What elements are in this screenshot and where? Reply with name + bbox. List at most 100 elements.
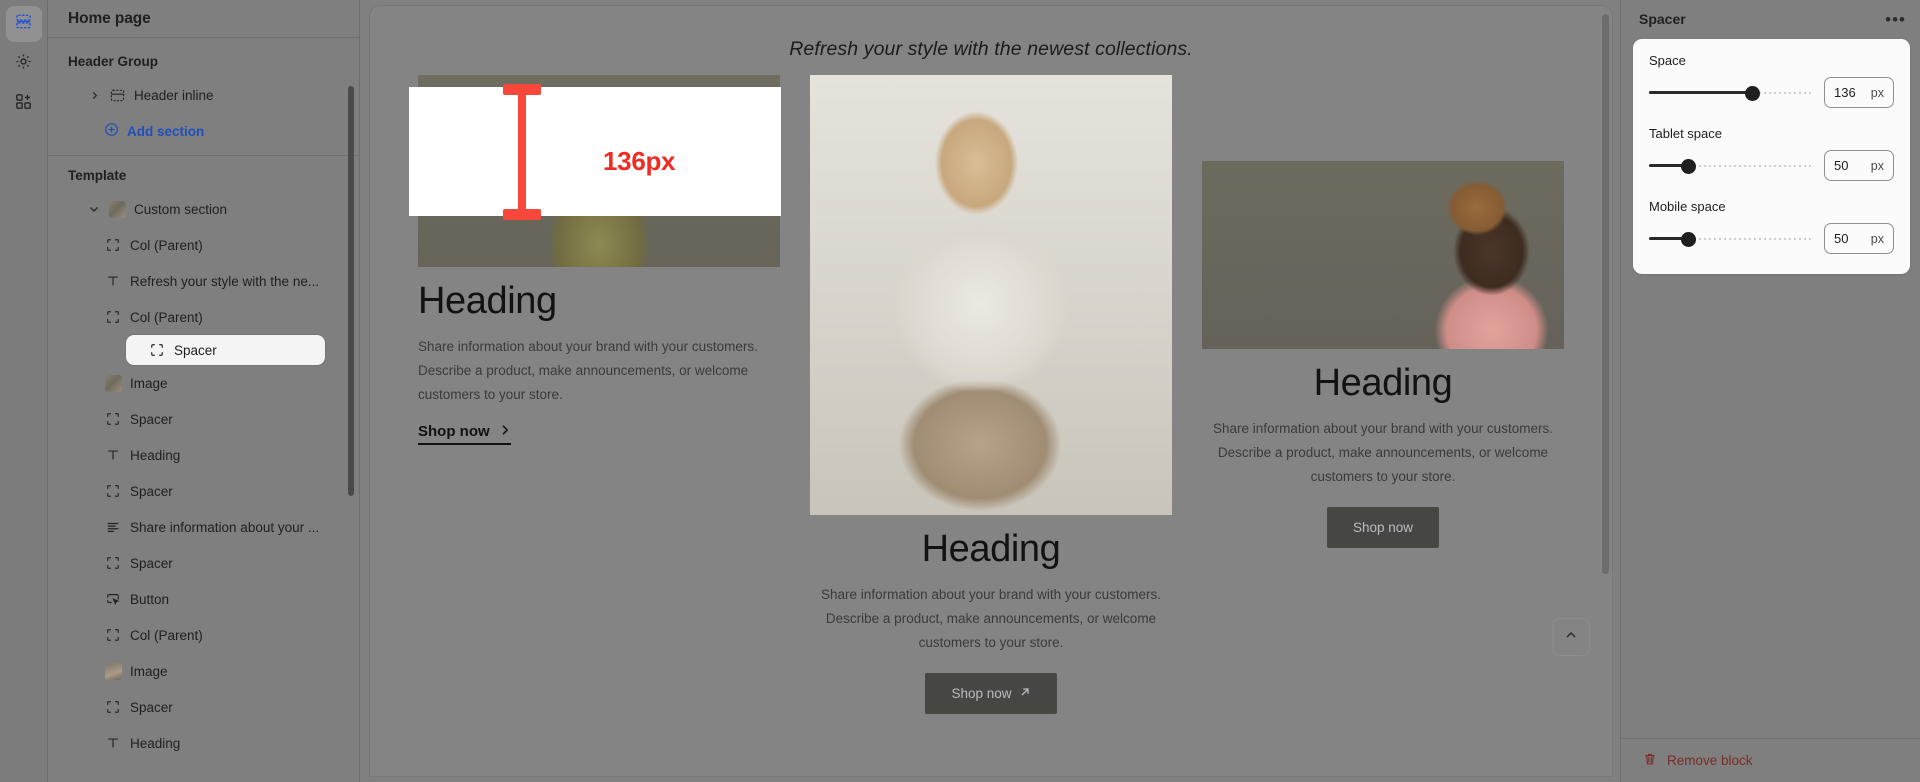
- tree-item-label: Heading: [130, 447, 181, 463]
- tree-item-paragraph[interactable]: Share information about your ...: [48, 509, 359, 545]
- column-1-cta-label: Shop now: [418, 422, 490, 440]
- tree-item-spacer-5[interactable]: Spacer: [48, 689, 359, 725]
- column-3-image[interactable]: [1202, 161, 1564, 349]
- text-icon: [104, 274, 122, 288]
- preview-canvas[interactable]: Refresh your style with the newest colle…: [370, 6, 1612, 776]
- tablet-space-slider[interactable]: [1649, 157, 1812, 175]
- chevron-right-icon: [499, 423, 511, 440]
- space-unit: px: [1870, 85, 1884, 100]
- text-icon: [104, 736, 122, 750]
- sections-icon: [14, 12, 33, 36]
- frame-icon: [104, 412, 122, 426]
- space-slider-knob[interactable]: [1744, 85, 1760, 101]
- paragraph-icon: [104, 520, 122, 534]
- sidebar-tree[interactable]: Header Group Header inline Add section T…: [48, 38, 359, 782]
- tree-item-header-inline[interactable]: Header inline: [48, 77, 359, 113]
- arrow-up-right-icon: [1019, 686, 1031, 701]
- rail-button-sections[interactable]: [5, 6, 42, 42]
- column-2-body: Share information about your brand with …: [821, 586, 1161, 650]
- tree-item-heading-1[interactable]: Heading: [48, 437, 359, 473]
- gear-icon: [14, 52, 33, 76]
- tree-item-spacer-4[interactable]: Spacer: [48, 545, 359, 581]
- mobile-space-slider[interactable]: [1649, 230, 1812, 248]
- group-label-header: Header Group: [68, 54, 159, 69]
- mobile-space-unit: px: [1870, 231, 1884, 246]
- theme-editor-app: Home page Header Group Header inline Add…: [0, 0, 1920, 782]
- icon-rail: [0, 0, 48, 782]
- scroll-to-top-button[interactable]: [1552, 618, 1590, 656]
- column-2: Heading Share information about your bra…: [810, 75, 1172, 714]
- more-options-icon[interactable]: •••: [1885, 11, 1906, 28]
- tree-item-label: Spacer: [174, 342, 217, 358]
- rail-button-settings[interactable]: [6, 46, 42, 82]
- spacer-settings-card: Space 136 px Tablet space 50 px Mobile s…: [1633, 39, 1910, 274]
- rail-button-add-blocks[interactable]: [6, 86, 42, 122]
- tree-item-label: Spacer: [130, 411, 173, 427]
- page-title: Home page: [68, 9, 151, 27]
- field-tablet-space: Tablet space 50 px: [1649, 126, 1894, 181]
- column-2-image[interactable]: [810, 75, 1172, 515]
- space-value-input[interactable]: 136 px: [1824, 77, 1894, 108]
- text-icon: [104, 448, 122, 462]
- spacer-highlight-overlay: [409, 87, 781, 216]
- field-space-label: Space: [1649, 53, 1686, 68]
- sidebar: Home page Header Group Header inline Add…: [48, 0, 360, 782]
- plus-circle-icon: [104, 122, 119, 140]
- image-thumb-icon: [104, 662, 122, 680]
- tree-item-spacer-2[interactable]: Spacer: [48, 401, 359, 437]
- field-mobile-space-label: Mobile space: [1649, 199, 1726, 214]
- chevron-right-icon[interactable]: [88, 91, 100, 100]
- chevron-up-icon: [1564, 628, 1578, 647]
- button-icon: [104, 592, 122, 606]
- tree-item-custom-section[interactable]: Custom section: [48, 191, 359, 227]
- tree-item-label: Col (Parent): [130, 237, 203, 253]
- tree-item-col-parent-1[interactable]: Col (Parent): [48, 227, 359, 263]
- tree-item-text-refresh[interactable]: Refresh your style with the ne...: [48, 263, 359, 299]
- inspector-title: Spacer: [1639, 11, 1686, 27]
- tablet-space-value: 50: [1834, 158, 1849, 173]
- tablet-space-slider-knob[interactable]: [1681, 158, 1697, 174]
- add-section-button[interactable]: Add section: [48, 113, 359, 149]
- tree-item-image-1[interactable]: Image: [48, 365, 359, 401]
- tablet-space-value-input[interactable]: 50 px: [1824, 150, 1894, 181]
- canvas-scrollbar[interactable]: [1602, 14, 1609, 574]
- image-thumb-icon: [104, 374, 122, 392]
- column-3-top-spacer: [1202, 75, 1564, 161]
- tree-item-spacer-3[interactable]: Spacer: [48, 473, 359, 509]
- column-3-body: Share information about your brand with …: [1213, 420, 1553, 484]
- tree-item-heading-2[interactable]: Heading: [48, 725, 359, 761]
- tree-item-col-parent-3[interactable]: Col (Parent): [48, 617, 359, 653]
- tree-item-col-parent-2[interactable]: Col (Parent): [48, 299, 359, 335]
- mobile-space-value: 50: [1834, 231, 1849, 246]
- add-section-label: Add section: [127, 123, 205, 139]
- tablet-space-unit: px: [1870, 158, 1884, 173]
- remove-block-button[interactable]: Remove block: [1621, 738, 1920, 782]
- add-blocks-icon: [14, 92, 33, 116]
- tree-item-label: Heading: [130, 735, 181, 751]
- field-mobile-space: Mobile space 50 px: [1649, 199, 1894, 254]
- tree-item-button[interactable]: Button: [48, 581, 359, 617]
- group-label-template: Template: [68, 168, 127, 183]
- frame-icon: [104, 238, 122, 252]
- column-3-cta-label: Shop now: [1352, 519, 1414, 535]
- column-3-cta[interactable]: Shop now: [1326, 506, 1440, 548]
- space-slider[interactable]: [1649, 84, 1812, 102]
- column-2-cta[interactable]: Shop now: [925, 672, 1057, 714]
- frame-icon: [148, 343, 166, 357]
- column-2-cta-label: Shop now: [951, 685, 1012, 701]
- tree-item-label: Custom section: [134, 201, 228, 217]
- column-1-cta[interactable]: Shop now: [418, 423, 511, 445]
- space-value: 136: [1834, 85, 1856, 100]
- tree-item-label: Header inline: [134, 87, 214, 103]
- sidebar-header: Home page: [48, 0, 359, 38]
- tree-item-spacer-selected[interactable]: Spacer: [126, 335, 325, 365]
- chevron-down-icon[interactable]: [88, 204, 100, 214]
- tree-item-label: Spacer: [130, 483, 173, 499]
- tree-item-label: Button: [130, 591, 170, 607]
- sidebar-scrollbar[interactable]: [348, 86, 354, 496]
- mobile-space-slider-knob[interactable]: [1681, 231, 1697, 247]
- tree-item-image-2[interactable]: Image: [48, 653, 359, 689]
- mobile-space-value-input[interactable]: 50 px: [1824, 223, 1894, 254]
- inspector-header: Spacer •••: [1621, 0, 1920, 38]
- frame-icon: [104, 310, 122, 324]
